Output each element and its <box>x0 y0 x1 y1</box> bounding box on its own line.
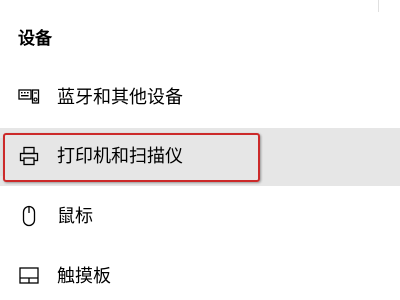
sidebar-item-mouse[interactable]: 鼠标 <box>0 187 400 245</box>
sidebar-item-printers-scanners[interactable]: 打印机和扫描仪 <box>0 128 400 186</box>
sidebar-item-label: 蓝牙和其他设备 <box>57 87 183 108</box>
touchpad-icon <box>19 267 39 284</box>
sidebar-item-label: 打印机和扫描仪 <box>57 146 183 167</box>
sidebar-item-touchpad[interactable]: 触摸板 <box>0 246 400 300</box>
bluetooth-devices-icon <box>18 89 40 104</box>
sidebar-item-bluetooth-devices[interactable]: 蓝牙和其他设备 <box>0 69 400 127</box>
selection-indicator <box>0 138 4 176</box>
scrollbar-track <box>0 0 379 12</box>
section-title: 设备 <box>18 29 52 49</box>
sidebar-item-label: 鼠标 <box>57 206 93 227</box>
sidebar-item-label: 触摸板 <box>57 266 111 287</box>
settings-sidebar: 设备 蓝牙和其他设备 打印机和扫描仪 鼠标 触摸板 <box>0 0 400 300</box>
mouse-icon <box>22 205 36 227</box>
printer-icon <box>19 146 39 166</box>
